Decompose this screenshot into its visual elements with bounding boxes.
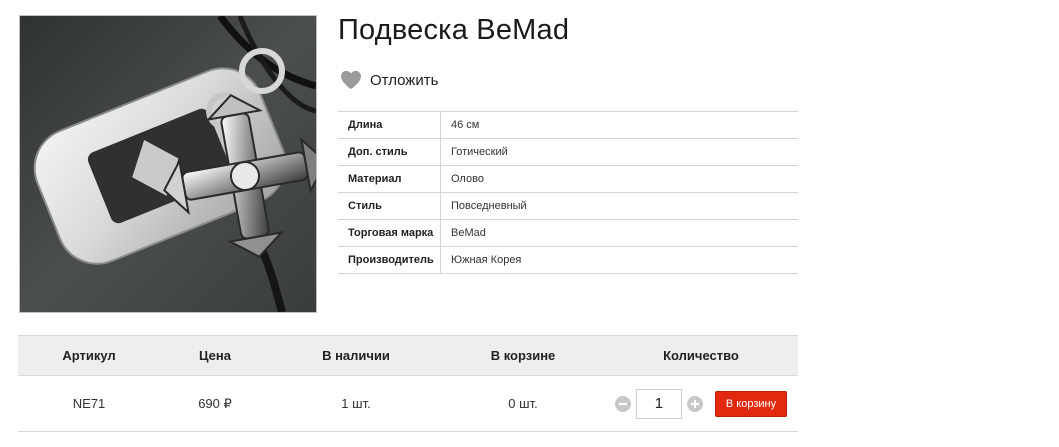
sku-value: NE71: [72, 396, 106, 411]
header-sku: Артикул: [62, 348, 116, 363]
pendant-photo: [20, 16, 316, 312]
purchase-header-row: Артикул Цена В наличии В корзине Количес…: [18, 336, 798, 376]
minus-icon[interactable]: [614, 395, 631, 412]
add-to-cart-button[interactable]: В корзину: [714, 390, 788, 417]
product-title: Подвеска BeMad: [338, 14, 570, 46]
spec-row: Длина 46 см: [338, 111, 798, 139]
spec-value: BeMad: [451, 227, 486, 239]
price-value: 690 ₽: [198, 395, 232, 411]
wishlist-label: Отложить: [370, 71, 439, 89]
spec-row: Торговая марка BeMad: [338, 219, 798, 247]
wishlist-button[interactable]: Отложить: [340, 70, 438, 90]
spec-row: Стиль Повседневный: [338, 192, 798, 220]
spec-value: Повседневный: [451, 200, 527, 212]
header-in-cart: В корзине: [490, 348, 556, 363]
spec-value: Готический: [451, 146, 508, 158]
header-quantity: Количество: [663, 348, 739, 363]
spec-key: Доп. стиль: [338, 138, 441, 166]
spec-row: Материал Олово: [338, 165, 798, 193]
spec-value: Олово: [451, 173, 484, 185]
spec-key: Длина: [338, 111, 441, 139]
specs-table: Длина 46 см Доп. стиль Готический Матери…: [338, 111, 798, 274]
quantity-stepper: В корзину: [604, 376, 798, 431]
spec-value: 46 см: [451, 119, 480, 131]
spec-key: Стиль: [338, 192, 441, 220]
spec-key: Производитель: [338, 246, 441, 274]
quantity-input[interactable]: [635, 388, 682, 419]
spec-key: Торговая марка: [338, 219, 441, 247]
heart-icon: [341, 70, 361, 90]
spec-value: Южная Корея: [451, 254, 522, 266]
spec-row: Производитель Южная Корея: [338, 246, 798, 274]
in-cart-value: 0 шт.: [508, 396, 538, 411]
header-stock: В наличии: [322, 348, 390, 363]
product-image[interactable]: [19, 15, 317, 313]
spec-key: Материал: [338, 165, 441, 193]
purchase-table: Артикул Цена В наличии В корзине Количес…: [18, 335, 798, 432]
spec-row: Доп. стиль Готический: [338, 138, 798, 166]
purchase-row: NE71 690 ₽ 1 шт. 0 шт. В корзину: [18, 376, 798, 431]
stock-value: 1 шт.: [341, 396, 371, 411]
header-price: Цена: [199, 348, 231, 363]
plus-icon[interactable]: [686, 395, 703, 412]
